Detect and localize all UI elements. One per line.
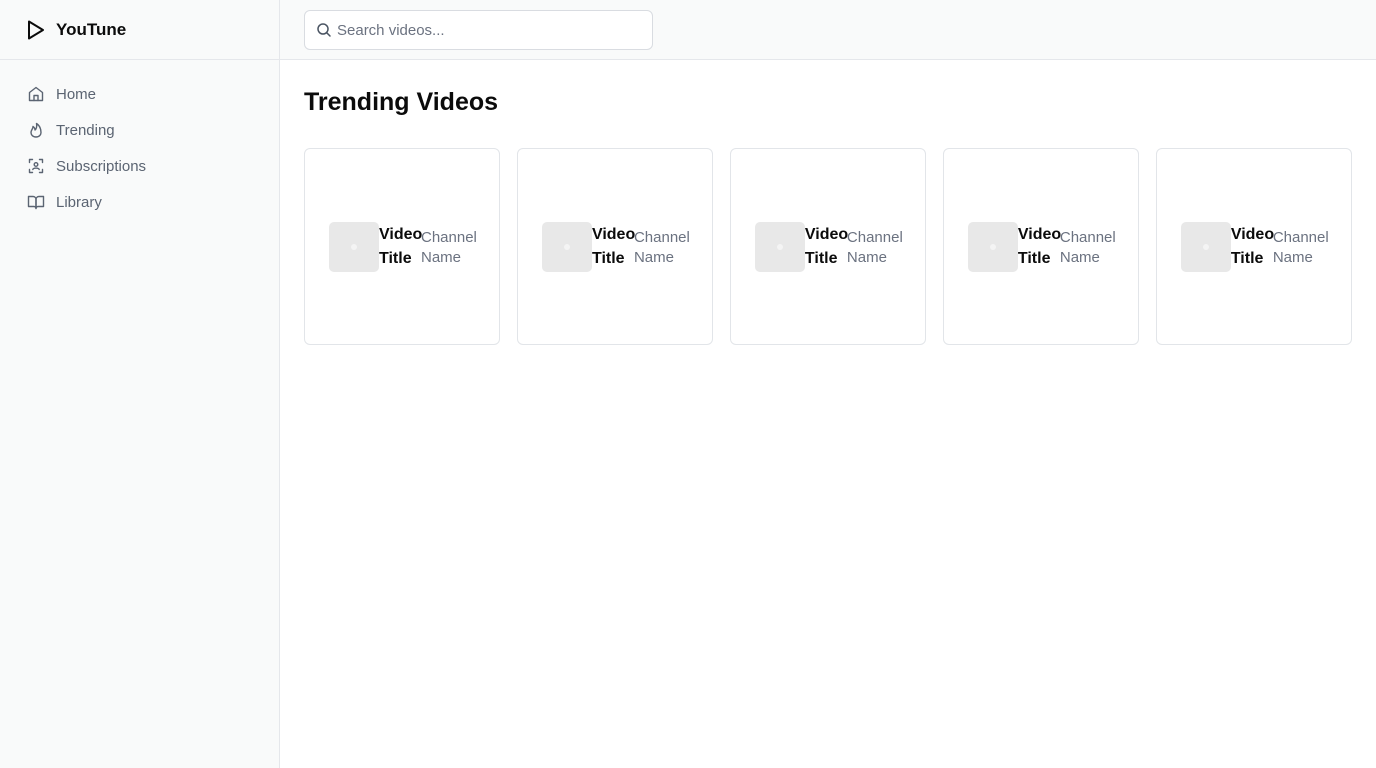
thumbnail-dot-icon <box>989 243 996 250</box>
app-name: YouTune <box>56 19 127 39</box>
video-title[interactable]: Video Title <box>1231 223 1274 271</box>
video-title[interactable]: Video Title <box>379 223 422 271</box>
sidebar-item-label: Home <box>56 85 97 103</box>
video-thumbnail[interactable] <box>1180 221 1231 272</box>
play-outline-icon <box>26 19 46 41</box>
video-card[interactable]: Video Title Channel Name <box>729 148 927 345</box>
search-box[interactable] <box>304 10 653 50</box>
sidebar-item-label: Library <box>56 193 102 211</box>
thumbnail-dot-icon <box>1202 243 1209 250</box>
video-title[interactable]: Video Title <box>1018 223 1061 271</box>
sidebar-item-trending[interactable]: Trending <box>0 112 279 148</box>
brand[interactable]: YouTune <box>0 0 279 60</box>
video-title[interactable]: Video Title <box>592 223 635 271</box>
sidebar-item-label: Subscriptions <box>56 157 147 175</box>
home-icon <box>27 85 45 103</box>
video-thumbnail[interactable] <box>541 221 592 272</box>
video-thumbnail[interactable] <box>329 221 379 272</box>
main-content: Trending Videos Video Title Channel Name… <box>304 60 1353 345</box>
video-thumbnail[interactable] <box>754 221 805 272</box>
thumbnail-dot-icon <box>563 243 570 250</box>
channel-name[interactable]: Channel Name <box>1060 226 1118 268</box>
search-icon <box>316 22 332 38</box>
sidebar-nav: Home Trending Subscriptions Library <box>0 60 279 220</box>
book-open-icon <box>27 193 45 211</box>
subscriptions-scan-icon <box>27 157 45 175</box>
video-thumbnail[interactable] <box>967 221 1018 272</box>
video-card[interactable]: Video Title Channel Name <box>1155 148 1353 345</box>
sidebar-item-label: Trending <box>56 121 115 139</box>
channel-name[interactable]: Channel Name <box>847 226 905 268</box>
thumbnail-dot-icon <box>776 243 783 250</box>
sidebar-item-subscriptions[interactable]: Subscriptions <box>0 148 279 184</box>
page-title: Trending Videos <box>304 88 499 116</box>
channel-name[interactable]: Channel Name <box>634 226 692 268</box>
channel-name[interactable]: Channel Name <box>1273 226 1331 268</box>
sidebar: YouTune Home Trending Subscriptions Libr… <box>0 0 280 768</box>
app-root: YouTune Home Trending Subscriptions Libr… <box>0 0 1376 768</box>
video-card[interactable]: Video Title Channel Name <box>942 148 1140 345</box>
sidebar-item-library[interactable]: Library <box>0 184 279 220</box>
top-bar <box>280 0 1376 60</box>
video-card[interactable]: Video Title Channel Name <box>304 148 501 345</box>
search-input[interactable] <box>337 12 637 48</box>
thumbnail-dot-icon <box>351 243 357 250</box>
channel-name[interactable]: Channel Name <box>421 226 479 268</box>
video-card[interactable]: Video Title Channel Name <box>516 148 714 345</box>
video-title[interactable]: Video Title <box>805 223 848 271</box>
video-grid: Video Title Channel Name Video Title Cha… <box>304 148 1353 345</box>
sidebar-item-home[interactable]: Home <box>0 76 279 112</box>
flame-icon <box>27 121 45 139</box>
